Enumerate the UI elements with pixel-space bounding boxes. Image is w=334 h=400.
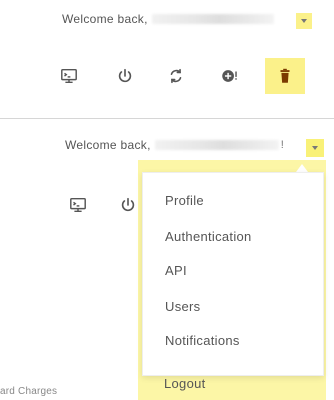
footer-text-fragment: ard Charges <box>0 386 58 397</box>
menu-item-profile[interactable]: Profile <box>165 193 204 208</box>
chevron-down-icon <box>312 146 318 150</box>
user-menu-toggle[interactable] <box>306 139 324 157</box>
power-icon <box>118 68 132 83</box>
screenshot-root: Welcome back, Welcome back, ! Profile Au… <box>0 0 334 400</box>
power-button[interactable] <box>114 65 136 87</box>
alert-icon <box>222 70 237 82</box>
sync-icon <box>170 68 182 84</box>
menu-item-notifications[interactable]: Notifications <box>165 333 240 348</box>
console-button[interactable] <box>67 194 89 216</box>
delete-button[interactable] <box>265 58 305 94</box>
alert-button[interactable] <box>218 65 240 87</box>
welcome-message: Welcome back, ! <box>65 138 284 152</box>
console-icon <box>70 197 86 213</box>
redacted-username <box>154 140 279 150</box>
console-icon <box>61 68 77 84</box>
welcome-prefix: Welcome back, <box>65 138 151 152</box>
sync-button[interactable] <box>165 65 187 87</box>
menu-item-logout[interactable]: Logout <box>164 376 206 391</box>
menu-item-authentication[interactable]: Authentication <box>165 229 252 244</box>
welcome-prefix: Welcome back, <box>62 12 148 26</box>
menu-item-users[interactable]: Users <box>165 299 200 314</box>
dropdown-pointer <box>296 164 308 172</box>
console-button[interactable] <box>58 65 80 87</box>
user-menu-toggle[interactable] <box>296 13 312 29</box>
chevron-down-icon <box>301 19 307 23</box>
redacted-username <box>151 14 274 24</box>
menu-item-api[interactable]: API <box>165 263 187 278</box>
power-button[interactable] <box>117 194 139 216</box>
power-icon <box>121 197 135 212</box>
welcome-suffix: ! <box>280 139 285 151</box>
user-dropdown-menu: Profile Authentication API Users Notific… <box>142 172 324 376</box>
trash-icon <box>280 68 290 83</box>
section-divider <box>0 118 334 119</box>
welcome-message: Welcome back, <box>62 12 274 26</box>
